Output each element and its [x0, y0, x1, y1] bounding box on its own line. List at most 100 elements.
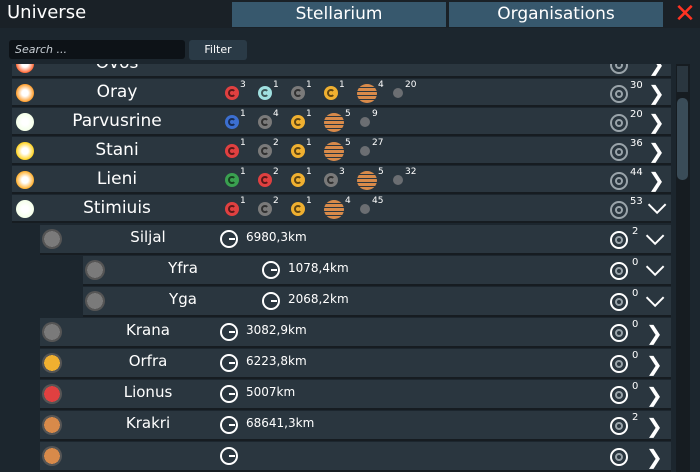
system-row[interactable]: Oray 3 1 1 1 4 20 30 ❯ — [12, 79, 671, 107]
body-distance: 6980,3km — [246, 230, 307, 244]
universe-window: Universe Stellarium Organisations ✕ Filt… — [0, 0, 700, 472]
chevron-down-icon[interactable]: ⌵ — [646, 253, 664, 281]
body-row[interactable]: Lionus 5007km 0 ❯ — [40, 380, 671, 410]
orbit-icon — [610, 172, 628, 190]
moon-orbit-icon — [610, 293, 628, 311]
system-row[interactable]: Ovos ❯ — [12, 64, 671, 78]
body-name: Krana — [126, 321, 170, 339]
moon-count: 0 — [632, 319, 639, 330]
planet-type-icon — [258, 115, 272, 129]
filter-button[interactable]: Filter — [189, 40, 247, 60]
moon-count: 2 — [632, 226, 639, 237]
body-row[interactable]: Siljal 6980,3km 2 ⌵ — [40, 222, 671, 255]
system-row[interactable]: Stani 1 2 1 5 27 36 ❯ — [12, 137, 671, 165]
planet-type-icon — [291, 86, 305, 100]
moon-icon — [42, 229, 62, 249]
search-input[interactable] — [9, 40, 185, 59]
planet-count: 1 — [306, 196, 312, 206]
planet-count: 3 — [339, 167, 345, 177]
scrollbar-up[interactable] — [677, 66, 688, 92]
planet-type-icon — [225, 202, 239, 216]
chevron-down-icon[interactable]: ⌵ — [646, 222, 664, 250]
body-distance: 3082,9km — [246, 323, 307, 337]
orbit-count: 20 — [630, 109, 643, 120]
chevron-right-icon[interactable]: ❯ — [648, 110, 665, 134]
tab-organisations[interactable]: Organisations — [449, 2, 663, 27]
planet-type-icon — [225, 173, 239, 187]
distance-icon — [220, 230, 238, 248]
body-row[interactable]: ❯ — [40, 442, 671, 472]
planet-count: 2 — [273, 196, 279, 206]
body-row[interactable]: Krakri 68641,3km 2 ❯ — [40, 411, 671, 441]
asteroid-icon — [393, 175, 403, 185]
moon-icon — [42, 415, 62, 435]
orbit-count: 53 — [630, 196, 643, 207]
chevron-down-icon[interactable]: ⌵ — [646, 284, 664, 312]
planet-type-icon — [258, 202, 272, 216]
moon-orbit-icon — [610, 231, 628, 249]
body-row[interactable]: Krana 3082,9km 0 ❯ — [40, 318, 671, 348]
planet-type-icon — [324, 173, 338, 187]
asteroid-count: 20 — [405, 80, 417, 90]
body-row[interactable]: Yfra 1078,4km 0 ⌵ — [83, 253, 671, 286]
orbit-icon — [610, 143, 628, 161]
title-bar: Universe Stellarium Organisations ✕ — [0, 0, 700, 29]
chevron-right-icon[interactable]: ❯ — [648, 139, 665, 163]
system-row[interactable]: Parvusrine 1 4 1 5 9 20 ❯ — [12, 108, 671, 136]
planet-type-icon — [258, 86, 272, 100]
orbit-count: 44 — [630, 167, 643, 178]
moon-orbit-icon — [610, 386, 628, 404]
planet-type-icon — [225, 144, 239, 158]
moon-icon — [85, 291, 105, 311]
chevron-right-icon[interactable]: ❯ — [646, 414, 663, 438]
planet-count: 1 — [339, 80, 345, 90]
system-row[interactable]: Lieni 1 2 1 3 5 32 44 ❯ — [12, 166, 671, 194]
body-name: Yga — [169, 290, 197, 308]
chevron-right-icon[interactable]: ❯ — [646, 321, 663, 345]
planet-type-icon — [225, 86, 239, 100]
asteroid-count: 9 — [372, 109, 378, 119]
planet-count: 1 — [240, 109, 246, 119]
system-name: Oray — [96, 82, 138, 102]
moon-orbit-icon — [610, 448, 628, 466]
distance-icon — [220, 354, 238, 372]
chevron-down-icon[interactable]: ⌵ — [648, 191, 666, 219]
orbit-count: 30 — [630, 80, 643, 91]
planet-count: 1 — [306, 80, 312, 90]
system-name: Stani — [95, 140, 139, 160]
gas-giant-icon — [324, 200, 344, 219]
scrollbar-thumb[interactable] — [677, 98, 688, 180]
distance-icon — [262, 261, 280, 279]
planet-count: 1 — [273, 80, 279, 90]
distance-icon — [220, 385, 238, 403]
chevron-right-icon[interactable]: ❯ — [648, 64, 665, 76]
body-distance: 2068,2km — [288, 292, 349, 306]
chevron-right-icon[interactable]: ❯ — [648, 168, 665, 192]
gas-giant-count: 5 — [345, 109, 351, 119]
tab-stellarium[interactable]: Stellarium — [232, 2, 446, 27]
close-icon[interactable]: ✕ — [670, 0, 700, 29]
body-row[interactable]: Yga 2068,2km 0 ⌵ — [83, 284, 671, 317]
planet-count: 2 — [273, 167, 279, 177]
chevron-right-icon[interactable]: ❯ — [646, 383, 663, 407]
asteroid-icon — [360, 204, 370, 214]
body-name: Orfra — [128, 352, 168, 370]
body-name: Lionus — [123, 383, 173, 401]
chevron-right-icon[interactable]: ❯ — [646, 445, 663, 469]
moon-orbit-icon — [610, 324, 628, 342]
chevron-right-icon[interactable]: ❯ — [648, 81, 665, 105]
body-row[interactable]: Orfra 6223,8km 0 ❯ — [40, 349, 671, 379]
gas-giant-count: 5 — [345, 138, 351, 148]
orbit-icon — [610, 201, 628, 219]
moon-icon — [42, 353, 62, 373]
orbit-icon — [610, 85, 628, 103]
window-title: Universe — [7, 2, 87, 23]
gas-giant-icon — [357, 84, 377, 103]
system-row[interactable]: Stimiuis 1 2 1 4 45 53 ⌵ — [12, 191, 671, 223]
gas-giant-count: 5 — [378, 167, 384, 177]
body-distance: 68641,3km — [246, 416, 315, 430]
body-name: Yfra — [168, 259, 198, 277]
planet-count: 4 — [273, 109, 279, 119]
gas-giant-icon — [324, 113, 344, 132]
chevron-right-icon[interactable]: ❯ — [646, 352, 663, 376]
